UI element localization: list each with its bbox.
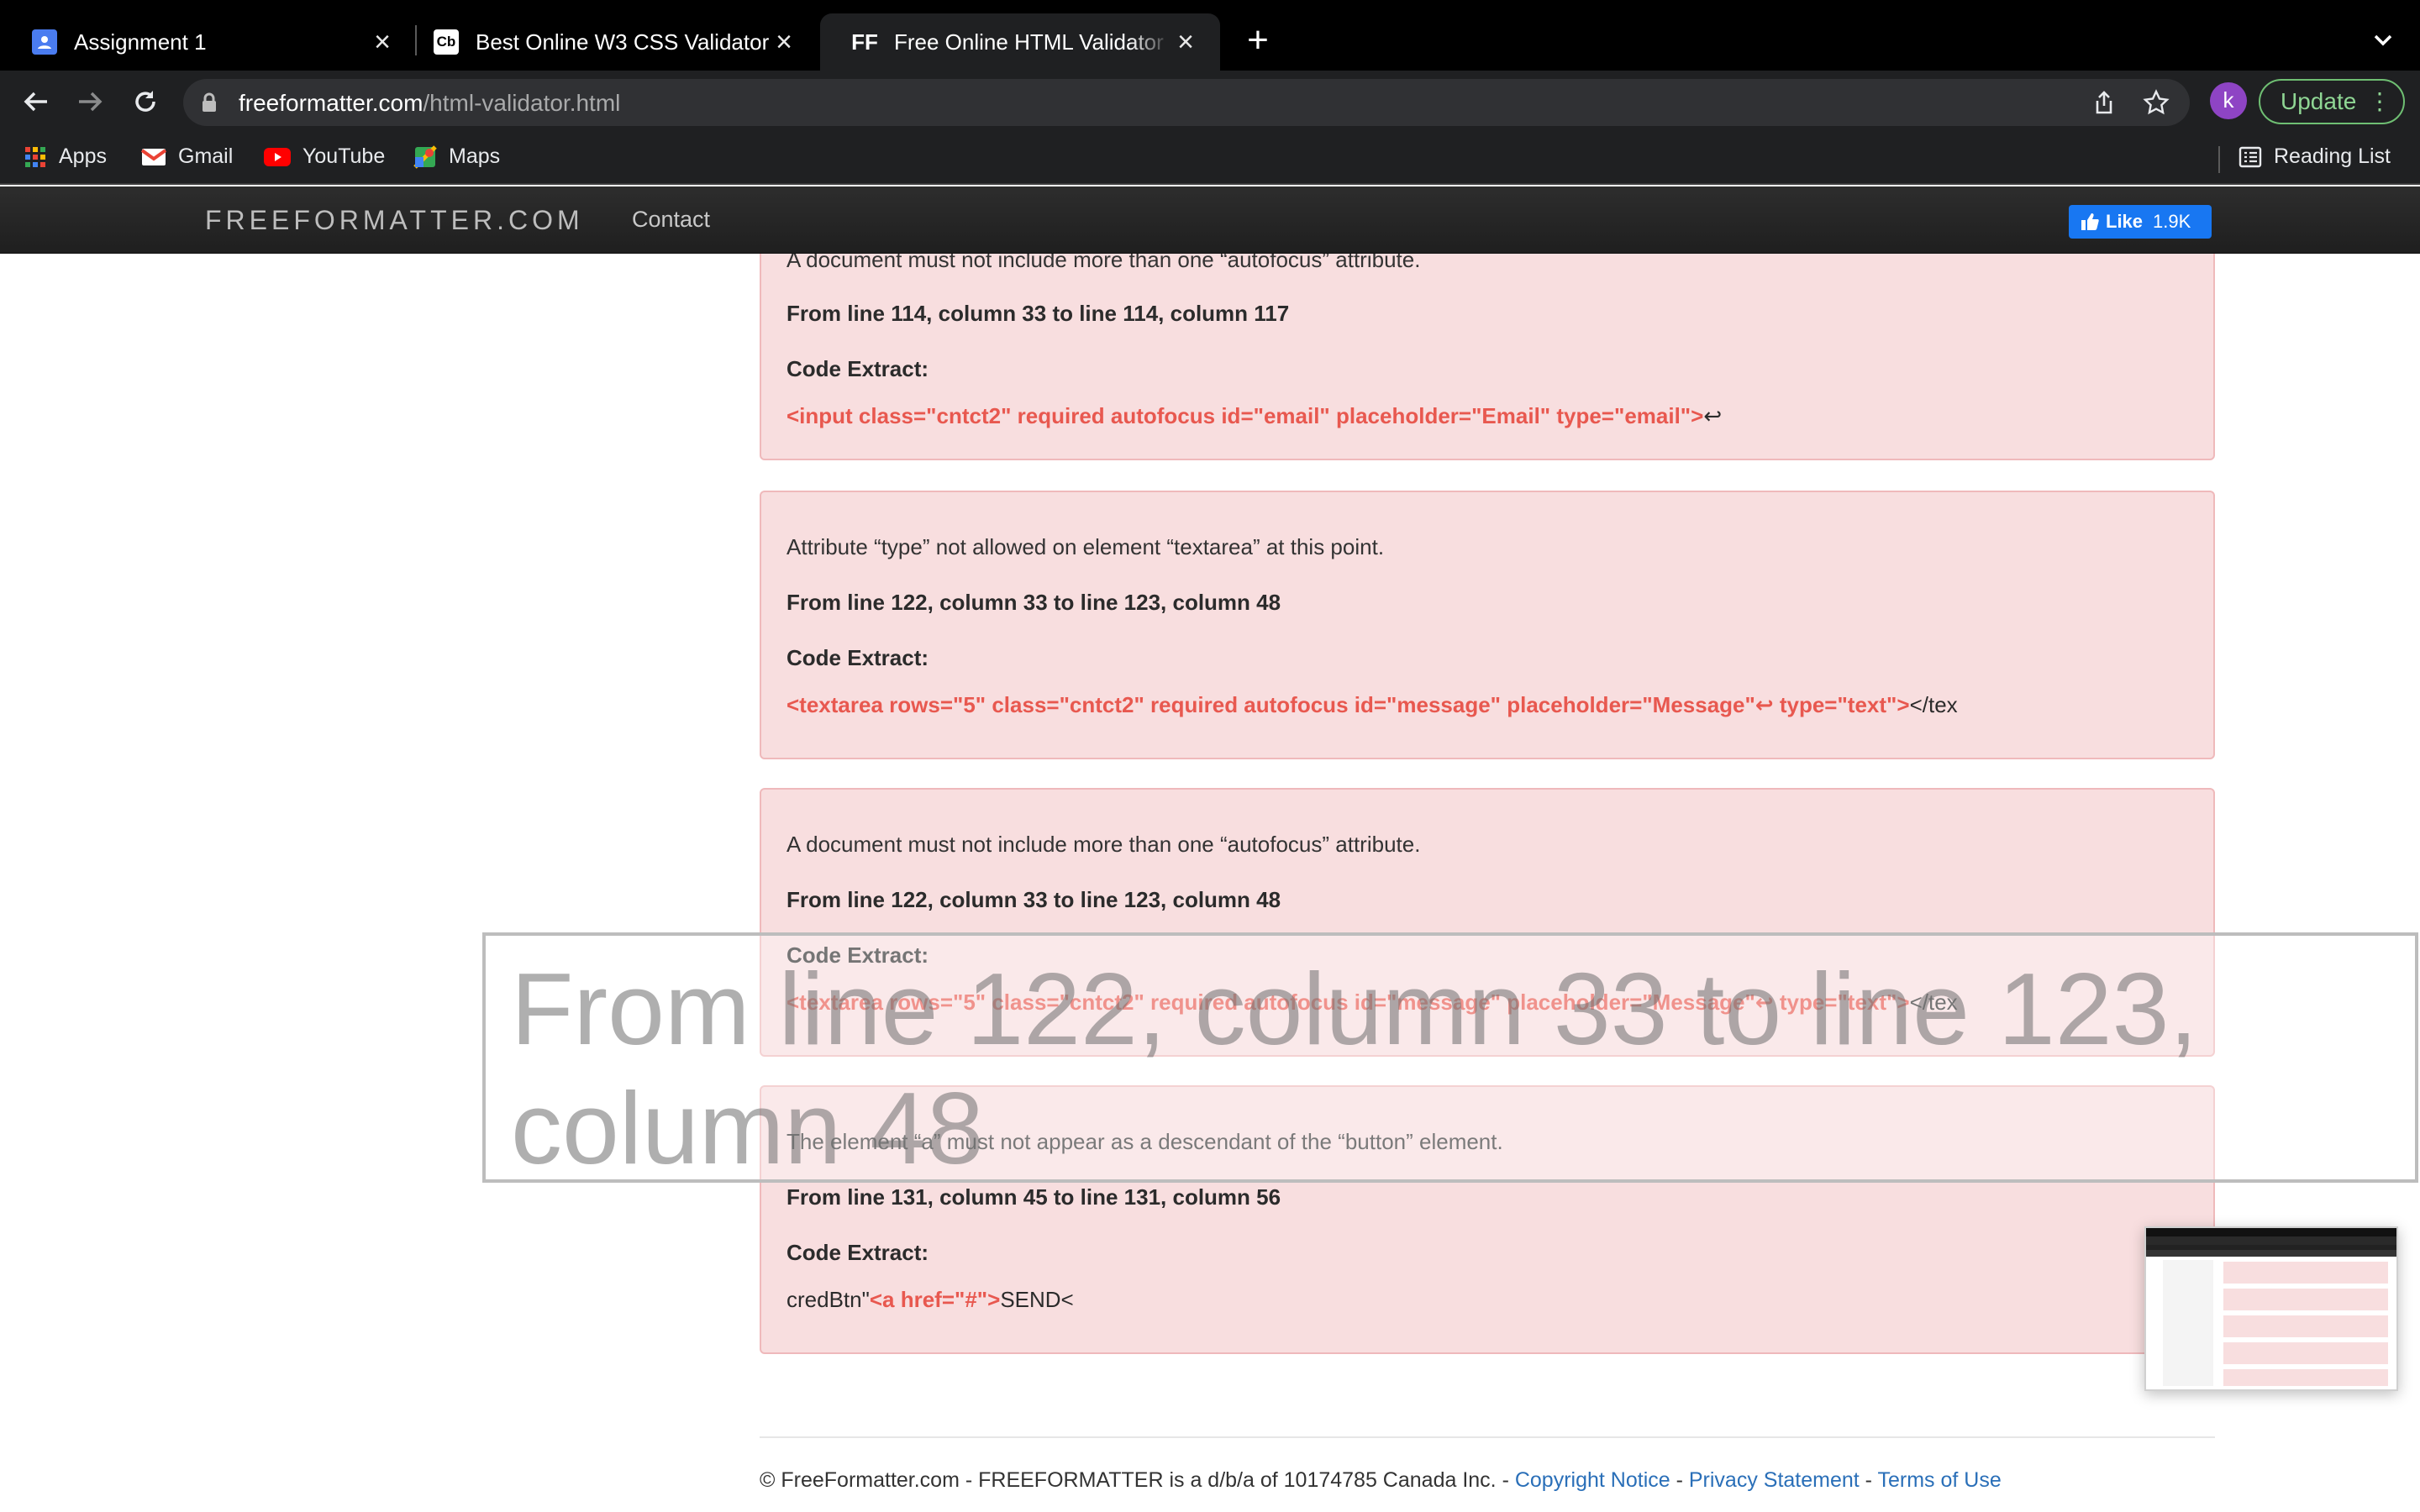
url-text[interactable]: freeformatter.com/html-validator.html [239,90,620,117]
footer-text: © FreeFormatter.com - FREEFORMATTER is a… [760,1468,1515,1492]
close-tab-icon[interactable]: × [770,26,798,58]
reading-list-label: Reading List [2274,144,2391,168]
contacts-icon [32,29,57,55]
bookmark-label: Maps [449,144,501,168]
error-message: A document must not include more than on… [786,832,1421,857]
close-tab-icon[interactable]: × [1171,26,1200,58]
bookmark-star-icon[interactable] [2143,89,2170,120]
forward-arrow-icon[interactable] [71,82,109,121]
reading-list-icon [2238,145,2262,169]
reload-icon[interactable] [126,82,165,121]
lock-icon[interactable] [202,92,217,117]
copyright-notice-link[interactable]: Copyright Notice [1515,1468,1670,1492]
like-label: Like [2106,211,2144,232]
update-button[interactable]: Update ⋮ [2259,79,2405,124]
error-location: From line 122, column 33 to line 123, co… [786,590,1281,615]
code-extract: <input class="cntct2" required autofocus… [786,403,1723,428]
tab-title: Free Online HTML Validator - F [894,29,1171,55]
reading-list-button[interactable]: Reading List [2238,144,2391,169]
address-bar[interactable]: freeformatter.com/html-validator.html [183,79,2190,126]
browser-toolbar: freeformatter.com/html-validator.html k … [0,71,2420,133]
apps-grid-icon [24,145,47,169]
tab-title: Best Online W3 CSS Validator [476,29,770,55]
bookmark-maps[interactable]: Maps [413,144,500,169]
facebook-like-button[interactable]: Like 1.9K [2069,205,2212,239]
screenshot-thumbnail[interactable] [2144,1226,2398,1391]
bookmark-youtube[interactable]: YouTube [264,144,385,169]
site-navbar: FREEFORMATTER.COM Contact Like 1.9K [0,186,2420,254]
new-tab-button[interactable]: + [1237,20,1279,62]
tab-assignment[interactable]: Assignment 1 × [0,13,417,71]
code-extract: <textarea rows="5" class="cntct2" requir… [786,692,1958,717]
error-location: From line 114, column 33 to line 114, co… [786,301,1290,326]
terms-of-use-link[interactable]: Terms of Use [1878,1468,2002,1492]
footer-separator: - [1859,1468,1878,1492]
thumbs-up-icon [2081,213,2099,231]
error-card: Attribute “type” not allowed on element … [760,491,2215,759]
footer-separator: - [1670,1468,1689,1492]
back-arrow-icon[interactable] [17,82,55,121]
tab-title: Assignment 1 [74,29,207,55]
gmail-icon [141,147,166,167]
ff-favicon-icon: FF [851,29,878,55]
tab-css-validator[interactable]: Cb Best Online W3 CSS Validator × [402,13,818,71]
error-message: A document must not include more than on… [786,254,1421,272]
more-menu-icon[interactable]: ⋮ [2368,81,2391,123]
code-extract-label: Code Extract: [786,645,929,670]
like-count: 1.9K [2153,211,2191,232]
bookmark-gmail[interactable]: Gmail [141,144,233,169]
error-card: A document must not include more than on… [760,254,2215,460]
privacy-statement-link[interactable]: Privacy Statement [1689,1468,1860,1492]
profile-avatar[interactable]: k [2210,82,2247,119]
nav-contact-link[interactable]: Contact [632,207,710,233]
thumbnail-preview-icon [2146,1228,2396,1386]
bookmark-apps[interactable]: Apps [24,144,107,169]
tab-html-validator[interactable]: FF Free Online HTML Validator - F × [820,13,1220,71]
validator-results: A document must not include more than on… [0,254,2420,1512]
bookmark-label: YouTube [302,144,386,168]
bookmark-label: Gmail [178,144,234,168]
site-brand-logo[interactable]: FREEFORMATTER.COM [205,205,584,236]
bookmarks-bar: Apps Gmail YouTube Maps Reading List [0,133,2420,185]
site-footer: © FreeFormatter.com - FREEFORMATTER is a… [760,1468,2002,1493]
code-extract-label: Code Extract: [786,356,929,381]
bookmark-label: Apps [59,144,107,168]
code-extract-label: Code Extract: [786,1240,929,1265]
hover-text-magnifier: From line 122, column 33 to line 123, co… [482,932,2418,1185]
tab-strip: Assignment 1 × Cb Best Online W3 CSS Val… [0,0,2420,71]
tab-search-chevron-icon[interactable] [2368,25,2398,55]
share-icon[interactable] [2091,89,2118,120]
bookmarks-divider [2218,146,2220,173]
youtube-icon [264,147,291,167]
error-location: From line 131, column 45 to line 131, co… [786,1184,1281,1210]
cb-favicon-icon: Cb [434,29,459,55]
code-extract: credBtn"<a href="#">SEND< [786,1287,1074,1312]
error-message: Attribute “type” not allowed on element … [786,534,1385,559]
close-tab-icon[interactable]: × [368,26,397,58]
maps-icon [413,144,437,169]
footer-divider [760,1436,2215,1438]
error-location: From line 122, column 33 to line 123, co… [786,887,1281,912]
magnifier-text: From line 122, column 33 to line 123, co… [511,952,2198,1185]
